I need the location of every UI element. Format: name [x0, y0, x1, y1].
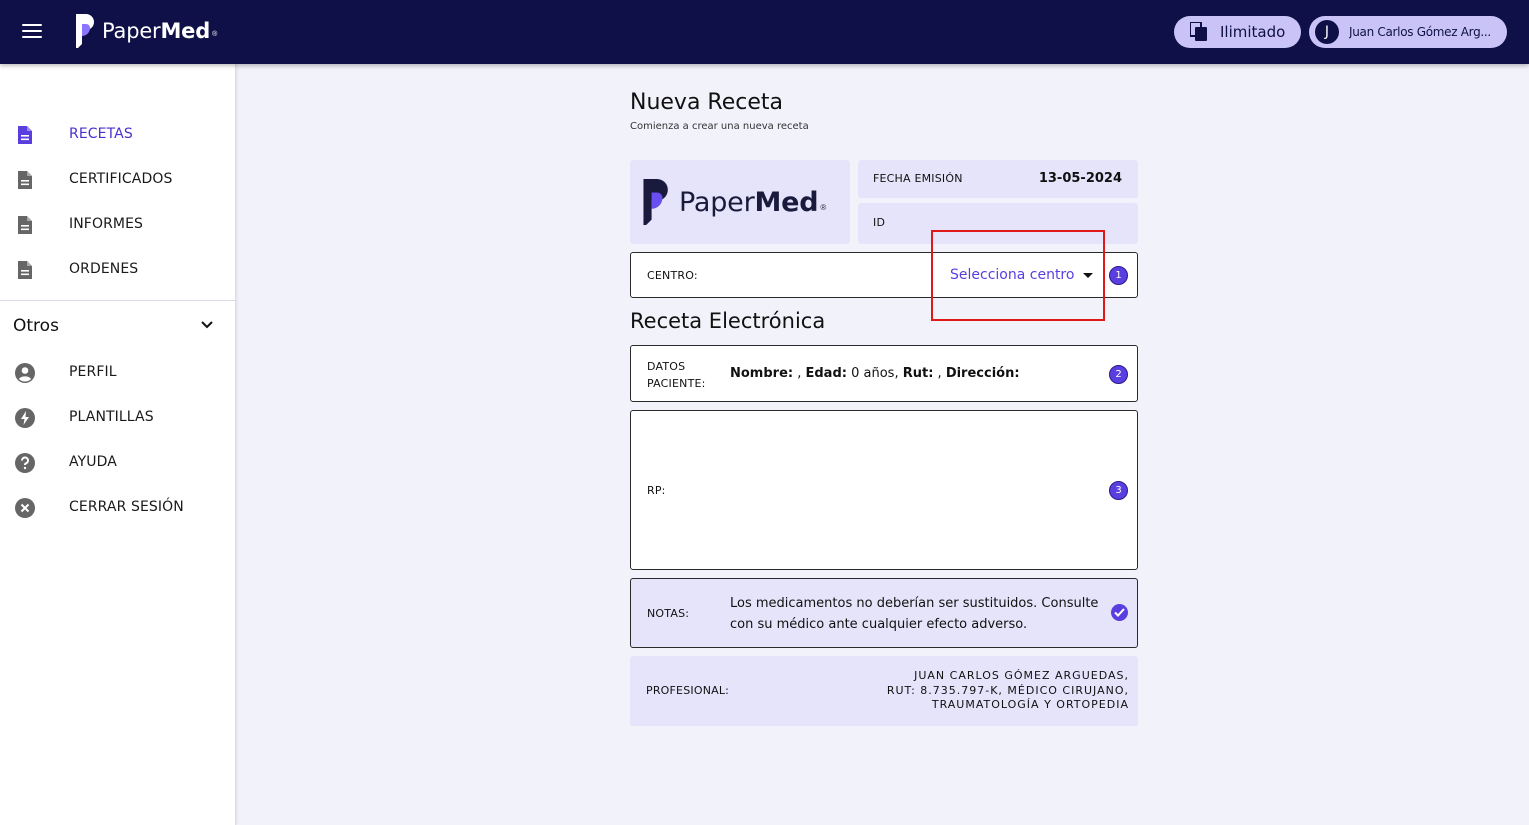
notas-label: NOTAS:: [647, 607, 690, 620]
profesional-label: PROFESIONAL:: [646, 684, 730, 697]
document-icon: [18, 216, 32, 234]
sidebar-item-recetas[interactable]: RECETAS: [0, 114, 236, 154]
step-badge: 1: [1109, 266, 1128, 285]
sidebar-item-label: CERTIFICADOS: [69, 171, 173, 187]
page-subtitle: Comienza a crear una nueva receta: [630, 121, 809, 132]
sidebar-item-perfil[interactable]: PERFIL: [0, 352, 236, 392]
sidebar-item-label: PLANTILLAS: [69, 409, 154, 425]
user-name: Juan Carlos Gómez Arg...: [1349, 25, 1491, 39]
sidebar-item-label: PERFIL: [69, 364, 117, 380]
plan-label: Ilimitado: [1220, 23, 1286, 41]
sidebar-item-plantillas[interactable]: PLANTILLAS: [0, 397, 236, 437]
step-badge: 3: [1109, 481, 1128, 500]
fecha-value: 13-05-2024: [1038, 171, 1122, 186]
sidebar-item-label: ORDENES: [69, 261, 139, 277]
brand-name: PaperMed: [102, 19, 211, 43]
datos-paciente-field[interactable]: DATOS PACIENTE: Nombre: , Edad: 0 años, …: [630, 345, 1138, 402]
chevron-down-icon: [201, 321, 213, 329]
check-icon: [1111, 604, 1128, 621]
centro-select-value: Selecciona centro: [950, 267, 1075, 283]
profesional-line: RUT: 8.735.797-K, MÉDICO CIRUJANO,: [886, 683, 1129, 697]
close-circle-icon: [15, 498, 35, 518]
sidebar-item-label: RECETAS: [69, 126, 133, 142]
sidebar-section-otros[interactable]: Otros: [0, 306, 236, 346]
sidebar-item-ordenes[interactable]: ORDENES: [0, 249, 236, 289]
step-badge: 2: [1109, 365, 1128, 384]
registered-mark: ®: [820, 202, 827, 212]
id-field: ID: [858, 203, 1138, 244]
centro-field: CENTRO: Selecciona centro 1: [630, 252, 1138, 298]
document-icon: [18, 171, 32, 189]
sidebar-item-cerrar-sesion[interactable]: CERRAR SESIÓN: [0, 487, 236, 527]
user-menu-button[interactable]: J Juan Carlos Gómez Arg...: [1309, 16, 1507, 48]
fecha-label: FECHA EMISIÓN: [873, 172, 963, 185]
fecha-emision-field: FECHA EMISIÓN 13-05-2024: [858, 160, 1138, 198]
rp-label: RP:: [647, 484, 666, 497]
sidebar-item-label: AYUDA: [69, 454, 117, 470]
brand-logo[interactable]: PaperMed ®: [76, 14, 217, 48]
prescription-logo: PaperMed ®: [630, 160, 850, 244]
avatar: J: [1315, 20, 1339, 44]
sidebar-item-label: CERRAR SESIÓN: [69, 499, 184, 515]
centro-label: CENTRO:: [647, 269, 698, 282]
page-title: Nueva Receta: [630, 90, 784, 115]
profesional-line: JUAN CARLOS GÓMEZ ARGUEDAS,: [914, 669, 1129, 682]
profesional-info: JUAN CARLOS GÓMEZ ARGUEDAS, RUT: 8.735.7…: [887, 669, 1129, 713]
id-label: ID: [873, 216, 886, 229]
logo-name: PaperMed: [679, 186, 819, 218]
papermed-logo-icon: [76, 14, 94, 48]
document-icon: [18, 261, 32, 279]
sidebar-divider: [0, 300, 236, 301]
centro-select[interactable]: Selecciona centro: [950, 265, 1094, 285]
profesional-line: TRAUMATOLOGÍA Y ORTOPEDIA: [931, 698, 1129, 711]
notas-text: Los medicamentos no deberían ser sustitu…: [730, 596, 1099, 632]
paciente-info: Nombre: , Edad: 0 años, Rut: , Dirección…: [730, 366, 1020, 381]
sidebar-item-label: INFORMES: [69, 216, 144, 232]
section-title: Receta Electrónica: [630, 309, 826, 333]
rp-field[interactable]: RP: 3: [630, 410, 1138, 570]
notas-field[interactable]: NOTAS: Los medicamentos no deberían ser …: [630, 578, 1138, 648]
papermed-logo-icon: [643, 179, 668, 225]
sidebar-item-informes[interactable]: INFORMES: [0, 204, 236, 244]
profesional-field: PROFESIONAL: JUAN CARLOS GÓMEZ ARGUEDAS,…: [630, 656, 1138, 726]
person-icon: [15, 363, 35, 383]
registered-mark: ®: [212, 30, 218, 38]
plan-button[interactable]: Ilimitado: [1174, 16, 1301, 48]
sidebar-item-ayuda[interactable]: AYUDA: [0, 442, 236, 482]
sidebar: RECETAS CERTIFICADOS INFORMES ORDENES Ot…: [0, 64, 236, 825]
document-icon: [18, 126, 32, 144]
menu-icon[interactable]: [22, 24, 42, 40]
caret-down-icon: [1083, 272, 1094, 278]
bolt-icon: [15, 408, 35, 428]
copy-icon: [1190, 22, 1207, 41]
sidebar-item-certificados[interactable]: CERTIFICADOS: [0, 159, 236, 199]
help-icon: [15, 453, 35, 473]
top-bar: PaperMed ® Ilimitado J Juan Carlos Gómez…: [0, 0, 1529, 64]
section-label: Otros: [13, 316, 59, 336]
paciente-label: DATOS PACIENTE:: [647, 360, 706, 390]
